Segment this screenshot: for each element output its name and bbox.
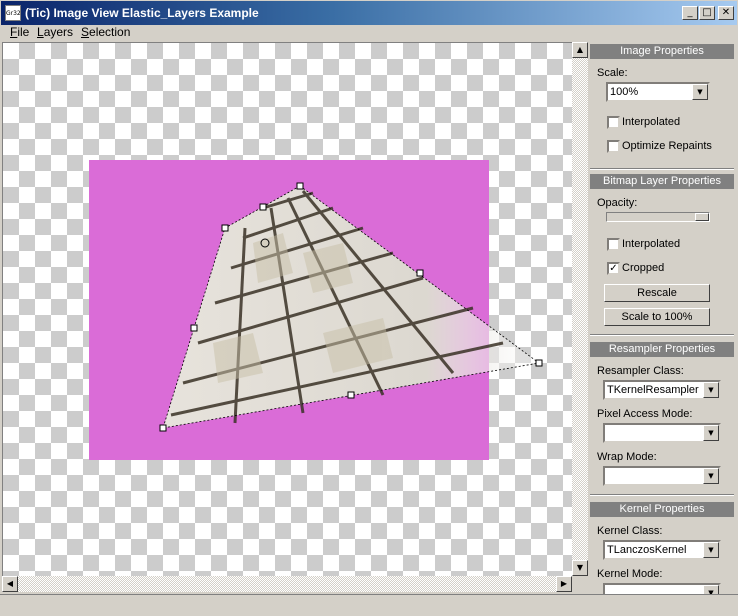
- horizontal-scrollbar[interactable]: ◀ ▶: [2, 576, 572, 592]
- chevron-down-icon[interactable]: ▼: [703, 382, 719, 398]
- corner-handle-bottom-left[interactable]: [159, 424, 167, 432]
- menu-selection-label: election: [89, 25, 131, 39]
- layer-interpolated-label: Interpolated: [622, 238, 681, 250]
- resampler-class-combobox[interactable]: TKernelResampler ▼: [603, 380, 721, 400]
- kernel-properties-header: Kernel Properties: [590, 502, 734, 517]
- divider: [590, 494, 734, 496]
- resampler-properties-header: Resampler Properties: [590, 342, 734, 357]
- kernel-class-label: Kernel Class:: [597, 525, 663, 537]
- edge-handle-top[interactable]: [259, 203, 267, 211]
- cropped-label: Cropped: [622, 262, 665, 274]
- menu-file[interactable]: File: [10, 25, 29, 39]
- check-icon: ✓: [609, 263, 618, 274]
- rescale-button[interactable]: Rescale: [604, 284, 710, 302]
- image-properties-header: Image Properties: [590, 44, 734, 59]
- scroll-down-button[interactable]: ▼: [572, 560, 588, 576]
- optimize-repaints-checkbox[interactable]: [607, 140, 620, 153]
- kernel-mode-label: Kernel Mode:: [597, 568, 663, 580]
- wrap-mode-combobox[interactable]: ▼: [603, 466, 721, 486]
- corner-handle-right[interactable]: [535, 359, 543, 367]
- vertical-scrollbar[interactable]: ▲ ▼: [572, 42, 588, 576]
- bitmap-layer-properties-header: Bitmap Layer Properties: [590, 174, 734, 189]
- edge-handle-left[interactable]: [190, 324, 198, 332]
- optimize-repaints-label: Optimize Repaints: [622, 140, 712, 152]
- menu-bar: File Layers Selection: [0, 22, 738, 42]
- opacity-slider-thumb[interactable]: [695, 213, 709, 221]
- scroll-right-button[interactable]: ▶: [556, 576, 572, 592]
- resampler-class-label: Resampler Class:: [597, 365, 684, 377]
- corner-handle-top-left[interactable]: [221, 224, 229, 232]
- image-interpolated-checkbox[interactable]: [607, 116, 620, 129]
- menu-selection-accel: S: [81, 25, 90, 39]
- pixel-access-mode-combobox[interactable]: ▼: [603, 423, 721, 443]
- scroll-left-button[interactable]: ◀: [2, 576, 18, 592]
- scale-combobox[interactable]: 100% ▼: [606, 82, 710, 102]
- layer-interpolated-checkbox[interactable]: [607, 238, 620, 251]
- divider: [590, 334, 734, 336]
- elastic-layer-svg[interactable]: [3, 43, 572, 576]
- kernel-class-combobox[interactable]: TLanczosKernel ▼: [603, 540, 721, 560]
- scale-label: Scale:: [597, 67, 628, 79]
- wrap-mode-label: Wrap Mode:: [597, 451, 657, 463]
- opacity-slider[interactable]: [606, 212, 710, 222]
- edge-handle-right[interactable]: [416, 269, 424, 277]
- chevron-down-icon[interactable]: ▼: [703, 468, 719, 484]
- divider: [590, 168, 734, 170]
- status-bar: [0, 594, 738, 616]
- edge-handle-bottom[interactable]: [347, 391, 355, 399]
- scale-value: 100%: [610, 86, 639, 98]
- menu-file-label: ile: [17, 25, 30, 39]
- resampler-class-value: TKernelResampler: [607, 384, 699, 396]
- kernel-mode-combobox[interactable]: ▼: [603, 583, 721, 594]
- chevron-down-icon[interactable]: ▼: [692, 84, 708, 100]
- image-view[interactable]: [2, 42, 572, 576]
- cropped-checkbox[interactable]: ✓: [607, 262, 620, 275]
- chevron-down-icon[interactable]: ▼: [703, 585, 719, 594]
- minimize-button[interactable]: _: [682, 6, 698, 20]
- menu-selection[interactable]: Selection: [81, 25, 130, 39]
- menu-layers-label: ayers: [43, 25, 74, 39]
- opacity-label: Opacity:: [597, 197, 638, 209]
- chevron-down-icon[interactable]: ▼: [703, 425, 719, 441]
- corner-handle-top-right[interactable]: [296, 182, 304, 190]
- scale-to-100-button[interactable]: Scale to 100%: [604, 308, 710, 326]
- app-icon[interactable]: Gr32: [5, 5, 21, 21]
- menu-layers-accel: L: [37, 25, 44, 39]
- maximize-button[interactable]: □: [699, 6, 715, 20]
- chevron-down-icon[interactable]: ▼: [703, 542, 719, 558]
- image-interpolated-label: Interpolated: [622, 116, 681, 128]
- menu-layers[interactable]: Layers: [37, 25, 73, 39]
- close-button[interactable]: ✕: [718, 6, 734, 20]
- kernel-class-value: TLanczosKernel: [607, 544, 687, 556]
- window-title: (Tic) Image View Elastic_Layers Example: [25, 6, 259, 20]
- scroll-up-button[interactable]: ▲: [572, 42, 588, 58]
- properties-panel: Image Properties Scale: 100% ▼ Interpola…: [590, 42, 736, 594]
- pixel-access-mode-label: Pixel Access Mode:: [597, 408, 693, 420]
